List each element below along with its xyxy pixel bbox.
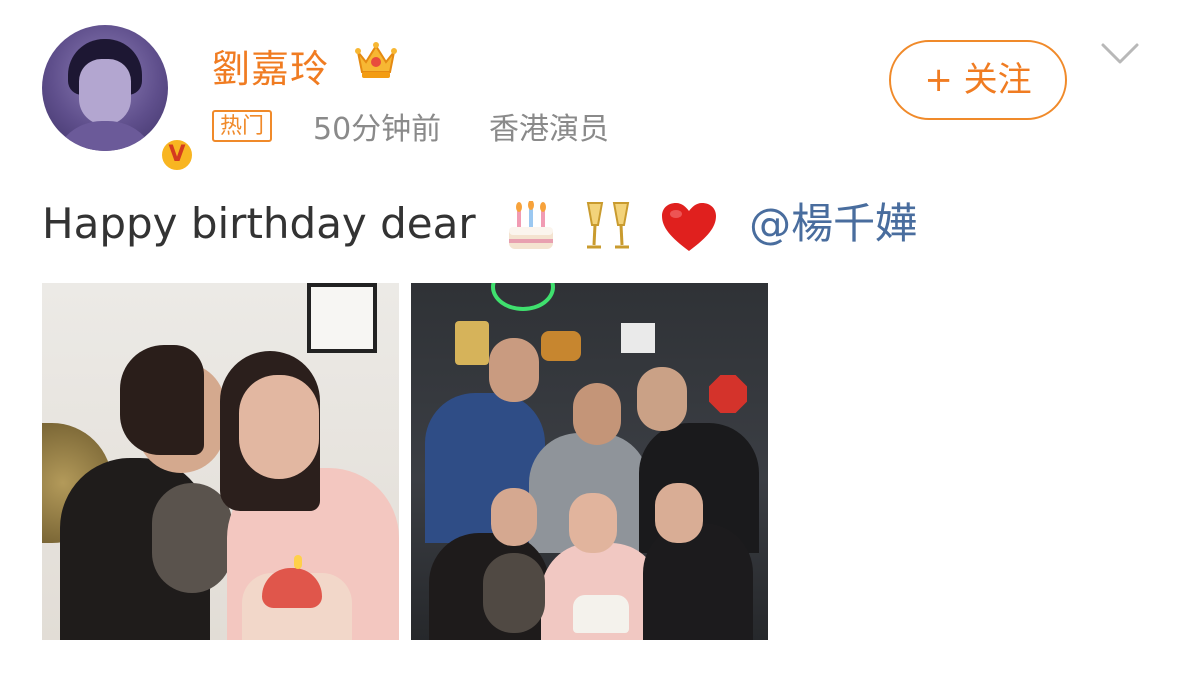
photo2-sign-left xyxy=(455,321,489,365)
photo2-woman-center-face xyxy=(569,493,617,553)
user-role: 香港演员 xyxy=(489,112,609,147)
avatar[interactable] xyxy=(42,25,168,151)
photo1-frame xyxy=(307,283,377,353)
crown-icon xyxy=(355,42,397,78)
post-text: Happy birthday dear xyxy=(42,199,476,248)
avatar-container[interactable]: V xyxy=(42,25,196,174)
photo2-dog xyxy=(483,553,545,633)
post-photo-2[interactable] xyxy=(411,283,768,640)
avatar-face xyxy=(79,59,131,125)
post-body: Happy birthday dear @楊千嬅 xyxy=(42,190,917,255)
photo1-face-right xyxy=(239,375,319,479)
chevron-down-icon[interactable] xyxy=(1100,42,1140,66)
hot-tag-badge: 热门 xyxy=(212,110,273,142)
photo2-woman-right-face xyxy=(655,483,703,543)
mention-link[interactable]: @楊千嬅 xyxy=(749,199,917,248)
photo2-man-right-face xyxy=(637,367,687,431)
champagne-glasses-icon xyxy=(587,201,630,248)
photo2-sign-stop xyxy=(709,375,747,413)
photo1-candle-flame xyxy=(294,555,302,569)
post-time: 50分钟前 xyxy=(313,112,442,147)
photo2-cake xyxy=(573,595,629,633)
photo2-sign-burger xyxy=(541,331,581,361)
photo2-man-center-face xyxy=(573,383,621,445)
photo2-woman-right xyxy=(643,523,753,640)
red-heart-icon xyxy=(661,202,716,251)
photo2-man-left-face xyxy=(489,338,539,402)
follow-button[interactable]: + 关注 xyxy=(889,40,1067,120)
photo1-dog xyxy=(152,483,232,593)
verified-badge-icon: V xyxy=(158,136,196,174)
avatar-body xyxy=(52,121,158,151)
username[interactable]: 劉嘉玲 xyxy=(212,38,329,93)
photo1-hair-left xyxy=(120,345,204,455)
photo2-sign-clapper xyxy=(621,323,655,353)
photo2-woman-left-face xyxy=(491,488,537,546)
post-photo-1[interactable] xyxy=(42,283,399,640)
birthday-cake-icon xyxy=(509,200,553,249)
